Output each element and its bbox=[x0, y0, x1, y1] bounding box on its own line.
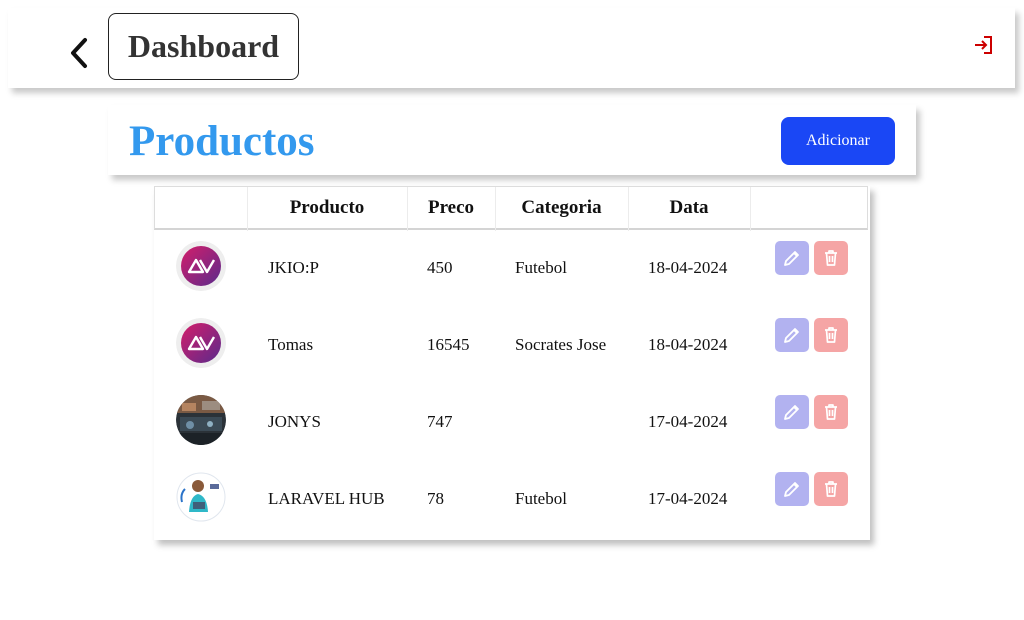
delete-button[interactable] bbox=[814, 241, 848, 275]
products-table: Producto Preco Categoria Data JKIO:P 450… bbox=[154, 186, 870, 540]
edit-button[interactable] bbox=[775, 395, 809, 429]
edit-button[interactable] bbox=[775, 318, 809, 352]
product-name: JONYS bbox=[268, 412, 321, 431]
table-row: Tomas 16545 Socrates Jose 18-04-2024 bbox=[154, 307, 868, 384]
trash-icon bbox=[825, 327, 837, 343]
logout-button[interactable] bbox=[973, 34, 995, 56]
product-category: Socrates Jose bbox=[515, 335, 607, 354]
pencil-icon bbox=[784, 328, 799, 343]
column-header-date: Data bbox=[669, 197, 709, 218]
pencil-icon bbox=[784, 482, 799, 497]
product-name: Tomas bbox=[268, 335, 314, 354]
person-photo bbox=[176, 472, 226, 522]
product-date: 17-04-2024 bbox=[648, 489, 728, 508]
product-price: 78 bbox=[427, 489, 444, 508]
trash-icon bbox=[825, 404, 837, 420]
product-price: 16545 bbox=[427, 335, 470, 354]
product-date: 18-04-2024 bbox=[648, 258, 728, 277]
product-name: JKIO:P bbox=[268, 258, 320, 277]
edit-button[interactable] bbox=[775, 241, 809, 275]
table-header: Producto Preco Categoria Data bbox=[154, 186, 868, 231]
delete-button[interactable] bbox=[814, 318, 848, 352]
section-title: Productos bbox=[129, 118, 315, 165]
product-name: LARAVEL HUB bbox=[268, 489, 385, 508]
column-divider bbox=[495, 187, 496, 231]
column-header-category: Categoria bbox=[521, 197, 602, 218]
edit-button[interactable] bbox=[775, 472, 809, 506]
product-date: 17-04-2024 bbox=[648, 412, 728, 431]
add-button[interactable]: Adicionar bbox=[781, 117, 895, 165]
pencil-icon bbox=[784, 405, 799, 420]
table-row: LARAVEL HUB 78 Futebol 17-04-2024 bbox=[154, 461, 868, 538]
product-category: Futebol bbox=[515, 489, 567, 508]
column-divider bbox=[407, 187, 408, 231]
brand-logo-icon bbox=[176, 318, 226, 368]
table-row: JKIO:P 450 Futebol 18-04-2024 bbox=[154, 230, 868, 307]
trash-icon bbox=[825, 481, 837, 497]
column-header-price: Preco bbox=[427, 197, 475, 218]
products-header: Productos Adicionar bbox=[108, 105, 916, 175]
product-price: 747 bbox=[427, 412, 453, 431]
brand-logo-icon bbox=[176, 241, 226, 291]
product-category: Futebol bbox=[515, 258, 567, 277]
page-title[interactable]: Dashboard bbox=[108, 13, 299, 80]
back-button[interactable] bbox=[66, 36, 94, 72]
delete-button[interactable] bbox=[814, 395, 848, 429]
pencil-icon bbox=[784, 251, 799, 266]
logout-icon bbox=[975, 36, 992, 54]
product-price: 450 bbox=[427, 258, 453, 277]
delete-button[interactable] bbox=[814, 472, 848, 506]
trash-icon bbox=[825, 250, 837, 266]
product-date: 18-04-2024 bbox=[648, 335, 728, 354]
column-divider bbox=[750, 187, 751, 231]
table-row: JONYS 747 17-04-2024 bbox=[154, 384, 868, 461]
chevron-left-icon bbox=[71, 38, 87, 68]
top-bar: Dashboard bbox=[8, 8, 1015, 88]
column-divider bbox=[247, 187, 248, 231]
column-divider bbox=[628, 187, 629, 231]
column-header-product: Producto bbox=[289, 197, 365, 218]
tools-photo bbox=[176, 395, 226, 445]
